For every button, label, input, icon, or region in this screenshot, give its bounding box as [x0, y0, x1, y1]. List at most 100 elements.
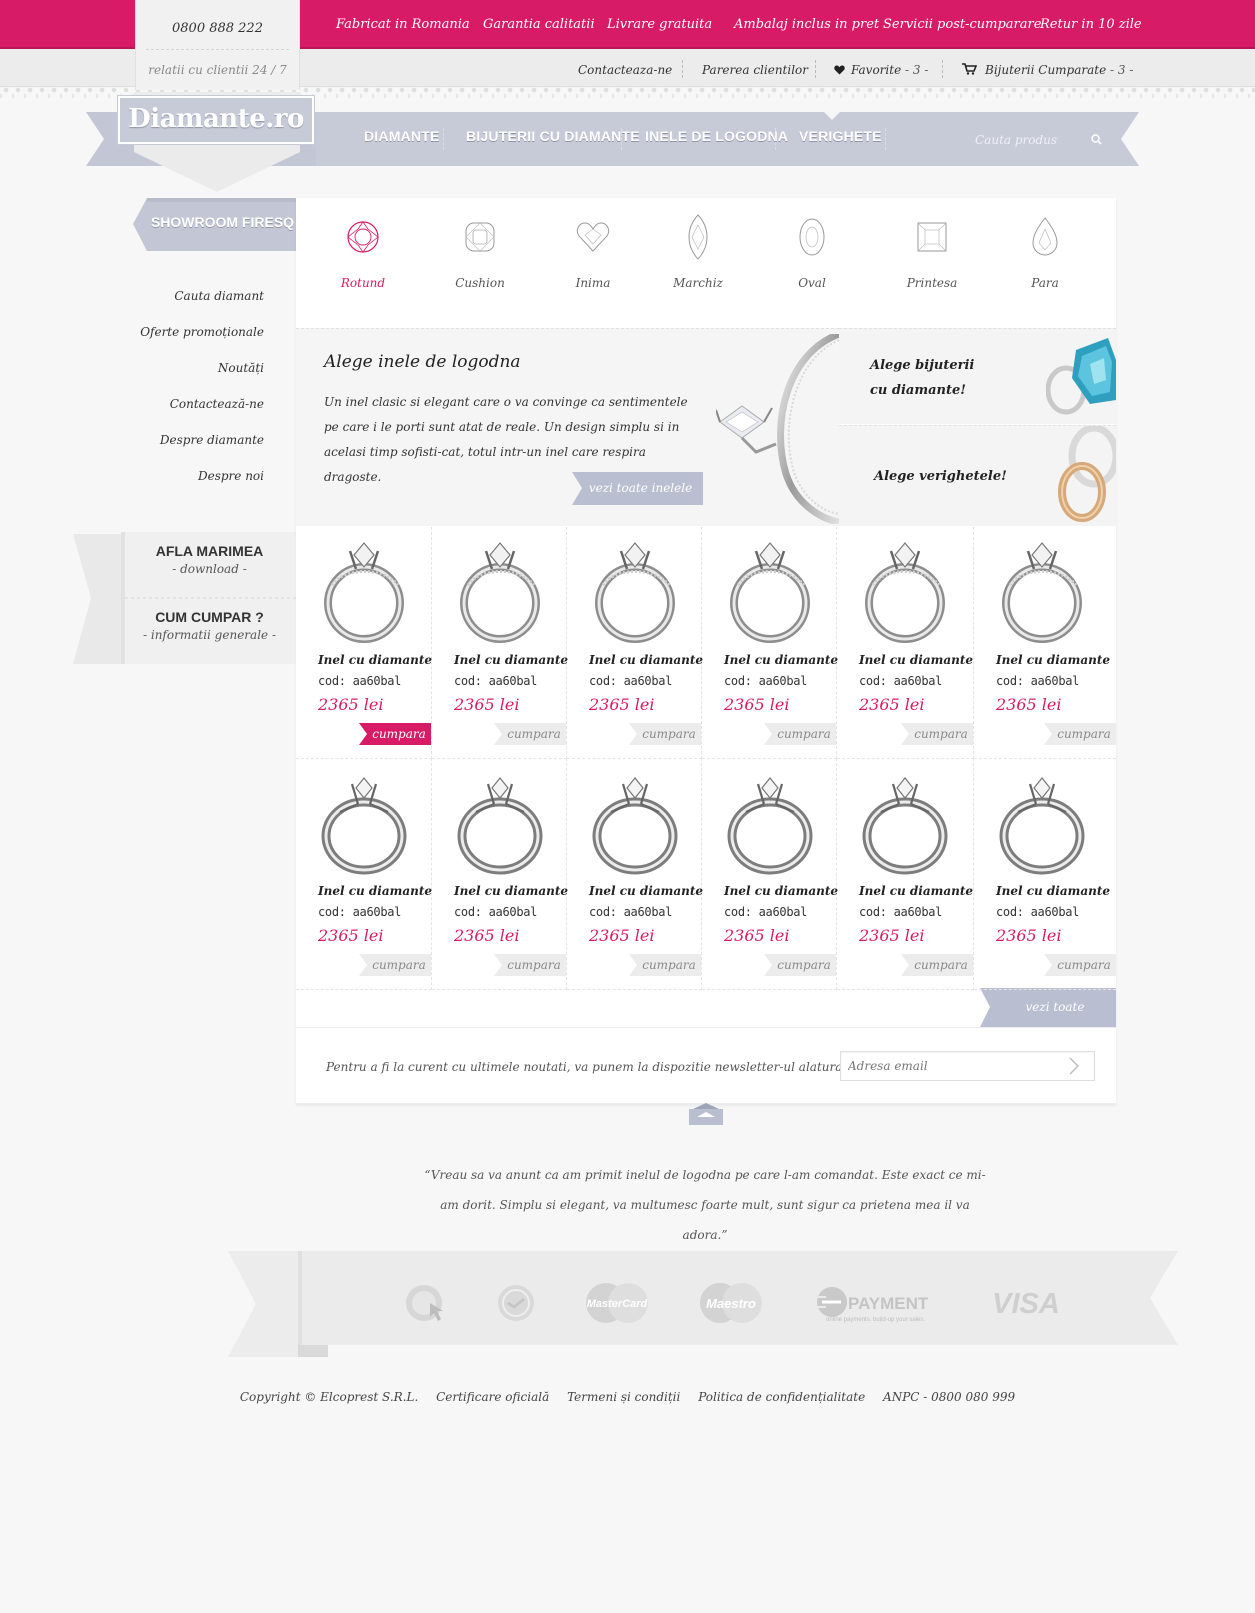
product-name[interactable]: Inel cu diamante [589, 653, 703, 667]
cushion-diamond-icon [465, 222, 495, 252]
ring-image [727, 777, 813, 875]
epayment-icon: PAYMENT online payments. build-up your s… [817, 1287, 929, 1323]
product-name[interactable]: Inel cu diamante [454, 884, 568, 898]
buy-button[interactable]: cumpara [901, 954, 973, 976]
size-guide-sub[interactable]: - download - [123, 562, 296, 576]
ring-image [457, 777, 543, 875]
buy-button[interactable]: cumpara [629, 723, 701, 745]
sidebar-item-oferte[interactable]: Oferte promoționale [140, 325, 264, 339]
chevron-right-icon[interactable] [1068, 1057, 1080, 1075]
favorites-link[interactable]: Favorite - 3 - [834, 63, 928, 77]
site-logo[interactable]: Diamante.ro [117, 95, 315, 145]
nav-bijuterii[interactable]: BIJUTERII CU DIAMANTE [466, 128, 640, 144]
shape-marchiz[interactable]: Marchiz [648, 214, 748, 290]
product-card[interactable]: Inel cu diamante cod: aa60bal 2365 lei cump… [837, 527, 974, 759]
shape-oval[interactable]: Oval [762, 218, 862, 290]
feature-return[interactable]: Retur in 10 zile [1040, 17, 1142, 32]
product-card[interactable]: Inel cu diamante cod: aa60bal 2365 lei cump… [702, 758, 838, 990]
feature-packaging[interactable]: Ambalaj inclus in pret [734, 17, 879, 32]
epayment-sub: online payments. build-up your sales. [826, 1317, 925, 1323]
buy-button[interactable]: cumpara [629, 954, 701, 976]
buy-button[interactable]: cumpara [1044, 723, 1116, 745]
footer-anpc[interactable]: ANPC - 0800 080 999 [883, 1390, 1015, 1404]
scroll-top-button[interactable] [689, 1103, 723, 1125]
footer-certification[interactable]: Certificare oficială [436, 1390, 549, 1404]
buy-button[interactable]: cumpara [764, 954, 836, 976]
product-name[interactable]: Inel cu diamante [859, 653, 973, 667]
product-price: 2365 lei [318, 926, 384, 945]
footer-terms[interactable]: Termeni și condiții [567, 1390, 680, 1404]
view-all-rings-button[interactable]: vezi toate inelele [572, 472, 703, 505]
how-to-buy-title[interactable]: CUM CUMPAR ? [123, 609, 296, 625]
phone-number[interactable]: 0800 888 222 [136, 21, 299, 36]
buy-label: cumpara [642, 727, 696, 741]
pear-diamond-icon [1032, 217, 1058, 256]
product-name[interactable]: Inel cu diamante [454, 653, 568, 667]
buy-button[interactable]: cumpara [494, 723, 566, 745]
product-name[interactable]: Inel cu diamante [318, 884, 432, 898]
favorites-count: - 3 - [905, 63, 929, 77]
ring-image [321, 777, 407, 875]
nav-inele-logodna[interactable]: INELE DE LOGODNA [645, 128, 788, 144]
buy-button[interactable]: cumpara [1044, 954, 1116, 976]
wedding-bands-promo-text: Alege verighetele! [874, 469, 1007, 484]
feature-quality-guarantee[interactable]: Garantia calitatii [483, 17, 595, 32]
shape-para[interactable]: Para [995, 217, 1095, 290]
shape-printesa[interactable]: Printesa [882, 220, 982, 290]
feature-post-purchase[interactable]: Servicii post-cumparare [883, 17, 1041, 32]
newsletter-text: Pentru a fi la curent cu ultimele noutat… [326, 1060, 852, 1074]
sidebar-item-despre-noi[interactable]: Despre noi [198, 469, 264, 483]
product-name[interactable]: Inel cu diamante [318, 653, 432, 667]
product-name[interactable]: Inel cu diamante [724, 653, 838, 667]
footer-privacy[interactable]: Politica de confidențialitate [698, 1390, 865, 1404]
buy-button[interactable]: cumpara [494, 954, 566, 976]
product-name[interactable]: Inel cu diamante [724, 884, 838, 898]
shape-label: Printesa [906, 276, 958, 290]
product-card[interactable]: Inel cu diamante cod: aa60bal 2365 lei cump… [974, 758, 1116, 990]
product-card[interactable]: Inel cu diamante cod: aa60bal 2365 lei cump… [432, 758, 568, 990]
nav-verighete[interactable]: VERIGHETE [799, 128, 882, 144]
contact-link[interactable]: Contacteaza-ne [578, 63, 672, 77]
product-card[interactable]: Inel cu diamante cod: aa60bal 2365 lei cump… [702, 527, 838, 759]
buy-button[interactable]: cumpara [359, 723, 431, 745]
size-guide-title[interactable]: AFLA MARIMEA [123, 543, 296, 559]
product-name[interactable]: Inel cu diamante [589, 884, 703, 898]
jewelry-promo-line2: cu diamante! [870, 383, 966, 398]
product-card[interactable]: Inel cu diamante cod: aa60bal 2365 lei cump… [974, 527, 1116, 759]
product-card[interactable]: Inel cu diamante cod: aa60bal 2365 lei cump… [567, 527, 703, 759]
showroom-label[interactable]: SHOWROOM FIRESQ [150, 214, 295, 230]
search-input[interactable] [975, 130, 1085, 150]
cart-link[interactable]: Bijuterii Cumparate - 3 - [962, 63, 1133, 77]
sidebar-item-noutati[interactable]: Noutăți [218, 361, 264, 375]
product-name[interactable]: Inel cu diamante [859, 884, 973, 898]
how-to-buy-sub[interactable]: - informatii generale - [123, 628, 296, 642]
feature-made-in-romania[interactable]: Fabricat in Romania [336, 17, 470, 32]
shape-inima[interactable]: Inima [543, 220, 643, 290]
shape-cushion[interactable]: Cushion [430, 220, 530, 290]
view-all-jewelry-button[interactable]: vezi toate bijuteriile [980, 988, 1116, 1053]
email-field[interactable] [848, 1056, 1058, 1076]
buy-button[interactable]: cumpara [901, 723, 973, 745]
feature-free-delivery[interactable]: Livrare gratuita [607, 17, 712, 32]
product-name[interactable]: Inel cu diamante [996, 653, 1110, 667]
product-card[interactable]: Inel cu diamante cod: aa60bal 2365 lei cump… [432, 527, 568, 759]
sidebar-item-despre-diamante[interactable]: Despre diamante [160, 433, 264, 447]
product-card[interactable]: Inel cu diamante cod: aa60bal 2365 lei cump… [837, 758, 974, 990]
search-icon[interactable] [1088, 131, 1106, 149]
product-name[interactable]: Inel cu diamante [996, 884, 1110, 898]
sidebar-item-cauta-diamant[interactable]: Cauta diamant [174, 289, 264, 303]
reviews-link[interactable]: Parerea clientilor [702, 63, 808, 77]
product-card[interactable]: Inel cu diamante cod: aa60bal 2365 lei cump… [296, 758, 432, 990]
product-card[interactable]: Inel cu diamante cod: aa60bal 2365 lei cump… [567, 758, 703, 990]
product-code: cod: aa60bal [589, 674, 673, 688]
nav-diamante[interactable]: DIAMANTE [364, 128, 439, 144]
shape-rotund[interactable]: Rotund [313, 220, 413, 290]
product-card[interactable]: Inel cu diamante cod: aa60bal 2365 lei cump… [296, 527, 432, 759]
buy-button[interactable]: cumpara [764, 723, 836, 745]
sidebar-item-contact[interactable]: Contactează-ne [170, 397, 264, 411]
buy-button[interactable]: cumpara [359, 954, 431, 976]
promo-title: Alege inele de logodna [324, 352, 521, 372]
product-code: cod: aa60bal [724, 905, 808, 919]
ring-image [865, 542, 945, 643]
jewelry-promo-image [1046, 338, 1116, 415]
